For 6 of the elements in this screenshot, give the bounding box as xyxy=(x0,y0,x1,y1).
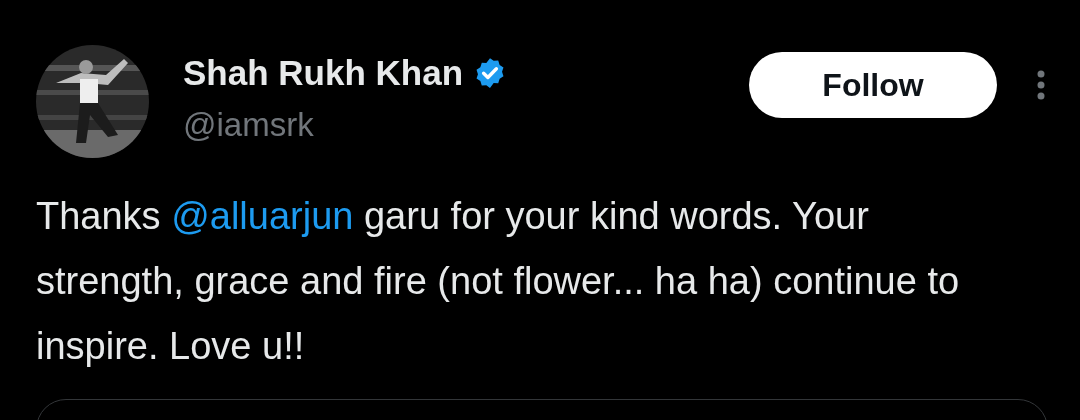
more-options-icon[interactable] xyxy=(1037,70,1045,100)
author-handle[interactable]: @iamsrk xyxy=(183,105,508,145)
author-name[interactable]: Shah Rukh Khan xyxy=(183,51,464,95)
tweet-text: Thanks @alluarjun garu for your kind words. Your strength, grace and fire (not flower... ha ha) continue to inspire. Love u!! xyxy=(36,194,961,369)
mention-link[interactable]: @alluarjun xyxy=(171,195,354,237)
follow-button[interactable]: Follow xyxy=(749,52,997,118)
